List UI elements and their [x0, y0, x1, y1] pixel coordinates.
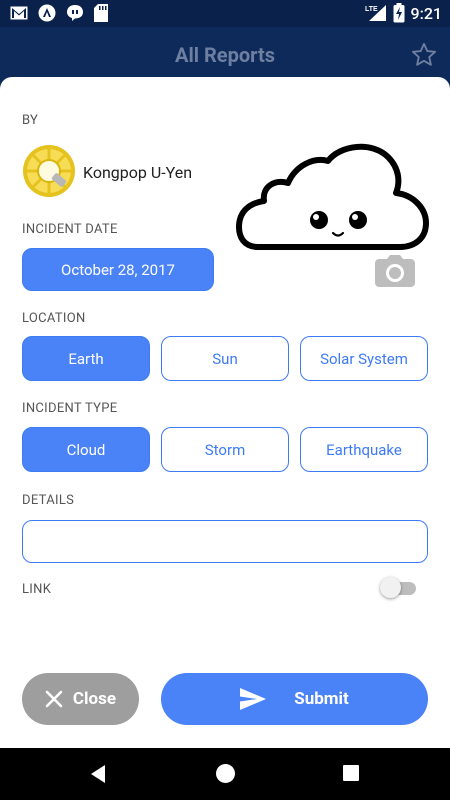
send-icon	[240, 688, 267, 710]
cloud-image	[236, 143, 429, 250]
camera-icon[interactable]	[375, 255, 415, 287]
by-label: BY	[22, 113, 39, 128]
location-label: LOCATION	[22, 311, 86, 326]
home-icon[interactable]	[216, 764, 235, 783]
details-input[interactable]	[22, 520, 428, 563]
incident-date-label: INCIDENT DATE	[22, 222, 118, 237]
incident-date-button[interactable]: October 28, 2017	[22, 248, 214, 291]
svg-text:LTE: LTE	[365, 6, 378, 13]
page-title: All Reports	[175, 43, 275, 67]
link-toggle[interactable]	[380, 577, 416, 599]
location-option-sun[interactable]: Sun	[161, 336, 289, 381]
system-nav-bar	[0, 748, 450, 800]
close-button-label: Close	[72, 689, 117, 709]
report-form: BY Kongpop U-Yen INCIDENT DATE October 2…	[0, 77, 450, 748]
link-label: LINK	[22, 582, 52, 597]
incident-type-label: INCIDENT TYPE	[22, 401, 118, 416]
lte-signal-icon: LTE	[365, 5, 386, 21]
incident-type-option-storm[interactable]: Storm	[161, 427, 289, 472]
submit-button[interactable]: Submit	[161, 673, 428, 725]
close-button[interactable]: Close	[22, 673, 139, 725]
recent-apps-icon[interactable]	[343, 765, 359, 781]
close-icon	[45, 690, 63, 708]
user-name: Kongpop U-Yen	[83, 163, 193, 182]
incident-type-option-earthquake[interactable]: Earthquake	[300, 427, 428, 472]
location-option-earth[interactable]: Earth	[22, 336, 150, 381]
location-option-solar-system[interactable]: Solar System	[300, 336, 428, 381]
submit-button-label: Submit	[294, 689, 349, 709]
notification-icons	[10, 4, 108, 22]
toggle-knob	[380, 577, 401, 598]
sd-card-icon	[94, 4, 108, 22]
app-a-icon	[38, 4, 56, 22]
details-label: DETAILS	[22, 493, 75, 508]
clock: 9:21	[410, 3, 443, 23]
status-bar: LTE 9:21	[0, 0, 450, 27]
avatar	[23, 145, 75, 197]
chat-icon	[67, 5, 83, 21]
incident-type-option-cloud[interactable]: Cloud	[22, 427, 150, 472]
system-indicators: LTE 9:21	[365, 3, 443, 23]
back-icon[interactable]	[89, 764, 107, 784]
battery-charging-icon	[393, 3, 404, 23]
star-outline-icon[interactable]	[410, 41, 438, 69]
gmail-icon	[10, 6, 28, 20]
